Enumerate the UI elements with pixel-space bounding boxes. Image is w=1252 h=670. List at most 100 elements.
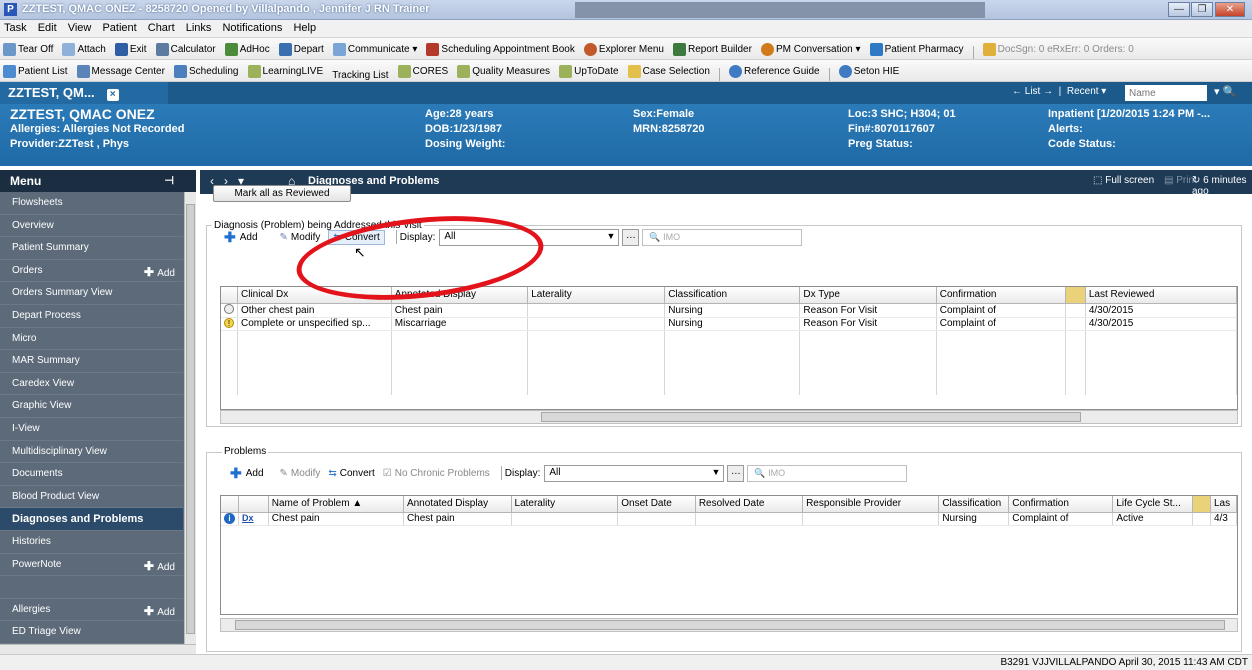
menu-item[interactable]: Overview [0, 215, 183, 238]
menu-add-button[interactable]: ✚ Add [144, 604, 175, 618]
menu-item[interactable]: Patient Summary [0, 237, 183, 260]
menu-item[interactable]: Histories [0, 531, 183, 554]
maximize-button[interactable]: ❐ [1191, 2, 1213, 17]
column-header[interactable]: Classification [938, 496, 1010, 513]
menu-item[interactable]: Multidisciplinary View [0, 441, 183, 464]
close-window-button[interactable]: ✕ [1215, 2, 1245, 17]
menu-patient[interactable]: Patient [98, 20, 140, 36]
menu-item[interactable]: Graphic View [0, 395, 183, 418]
patient-tab[interactable]: ZZTEST, QM... × [0, 82, 168, 104]
column-header[interactable] [238, 496, 269, 513]
exit-button[interactable]: Exit [112, 39, 150, 59]
column-header[interactable]: Laterality [511, 496, 619, 513]
diagnosis-imo-search[interactable]: 🔍 IMO [642, 228, 803, 246]
column-header[interactable]: Name of Problem ▲ [268, 496, 404, 513]
scroll-thumb[interactable] [541, 412, 1081, 422]
menu-item[interactable]: Allergies ✚ Add [0, 599, 183, 622]
menu-item[interactable]: Orders Summary View [0, 282, 183, 305]
column-header[interactable] [221, 496, 239, 513]
problems-display-select[interactable]: All ▼ [544, 464, 725, 482]
quality-measures-button[interactable]: Quality Measures [454, 61, 553, 81]
ellipsis-button[interactable]: … [727, 464, 745, 482]
search-icon[interactable]: ▾ 🔍 [1214, 85, 1236, 98]
problems-horizontal-scrollbar[interactable] [220, 618, 1238, 632]
menu-item[interactable]: Diagnoses and Problems [0, 508, 183, 531]
table-row[interactable]: Other chest pain Chest pain Nursing Reason … [221, 303, 1237, 318]
menu-view[interactable]: View [64, 20, 96, 36]
scheduling-appointment-book-button[interactable]: Scheduling Appointment Book [423, 39, 577, 59]
column-header[interactable]: Annotated Display [403, 496, 512, 513]
uptodate-button[interactable]: UpToDate [556, 61, 621, 81]
cores-button[interactable]: CORES [395, 61, 452, 81]
column-header[interactable]: Resolved Date [695, 496, 804, 513]
message-center-button[interactable]: Message Center [74, 61, 168, 81]
scroll-thumb[interactable] [235, 620, 1225, 630]
recent-dropdown[interactable]: Recent ▾ [1067, 86, 1106, 97]
menu-item[interactable]: Documents [0, 463, 183, 486]
info-icon[interactable]: i [224, 513, 235, 524]
menu-add-button[interactable]: ✚ Add [144, 559, 175, 573]
menu-item[interactable]: Micro [0, 328, 183, 351]
minimize-button[interactable]: — [1168, 2, 1190, 17]
add-problem-button[interactable]: ✚ Add [230, 465, 264, 482]
column-header[interactable]: Life Cycle St... [1112, 496, 1194, 513]
menu-links[interactable]: Links [182, 20, 216, 36]
column-header[interactable]: Onset Date [617, 496, 696, 513]
seton-hie-button[interactable]: Seton HIE [836, 61, 903, 81]
patient-pharmacy-button[interactable]: Patient Pharmacy [867, 39, 967, 59]
menu-edit[interactable]: Edit [34, 20, 61, 36]
no-chronic-problems-button[interactable]: ☑ No Chronic Problems [383, 468, 490, 479]
menu-item[interactable]: I-View [0, 418, 183, 441]
menu-help[interactable]: Help [289, 20, 320, 36]
column-header[interactable]: Confirmation [1008, 496, 1114, 513]
menu-item[interactable]: MAR Summary [0, 350, 183, 373]
case-selection-button[interactable]: Case Selection [625, 61, 713, 81]
column-header[interactable]: Classification [664, 287, 801, 304]
close-tab-icon[interactable]: × [106, 89, 119, 101]
flag-column-icon[interactable] [1192, 496, 1211, 513]
diagnosis-horizontal-scrollbar[interactable] [220, 410, 1238, 424]
reference-guide-button[interactable]: Reference Guide [726, 61, 823, 81]
convert-problem-button[interactable]: ⇆ Convert [328, 468, 374, 479]
modify-diagnosis-button[interactable]: ✎ Modify [280, 232, 321, 243]
depart-button[interactable]: Depart [276, 39, 327, 59]
menu-item[interactable]: Depart Process [0, 305, 183, 328]
full-screen-button[interactable]: ⬚ Full screen [1093, 175, 1154, 186]
column-header[interactable]: Last Reviewed [1085, 287, 1237, 304]
scroll-thumb[interactable] [186, 204, 195, 634]
flag-column-icon[interactable] [1065, 287, 1086, 304]
menu-item[interactable]: Blood Product View [0, 486, 183, 509]
tear-off-button[interactable]: Tear Off [0, 39, 56, 59]
menu-item[interactable]: PowerNote ✚ Add [0, 554, 183, 577]
pin-icon[interactable]: ⊣ [164, 174, 174, 187]
tracking-list-button[interactable]: Tracking List [329, 65, 391, 81]
column-header[interactable]: Dx Type [799, 287, 937, 304]
report-builder-button[interactable]: Report Builder [670, 39, 755, 59]
menu-item[interactable]: Flowsheets [0, 192, 183, 215]
dx-icon[interactable]: Dx [242, 513, 254, 523]
menu-chart[interactable]: Chart [144, 20, 179, 36]
calculator-button[interactable]: Calculator [153, 39, 219, 59]
column-header[interactable]: Responsible Provider [802, 496, 940, 513]
patient-name-search-input[interactable] [1125, 85, 1207, 101]
menu-item[interactable]: Orders ✚ Add [0, 260, 183, 283]
learninglive-button[interactable]: LearningLIVE [245, 61, 327, 81]
mark-all-reviewed-button[interactable]: Mark all as Reviewed [213, 185, 351, 202]
modify-problem-button[interactable]: ✎ Modify [280, 468, 321, 479]
menu-item[interactable]: ED Triage View [0, 621, 183, 644]
column-header[interactable]: Laterality [527, 287, 666, 304]
left-menu-vertical-scrollbar[interactable] [184, 192, 196, 644]
menu-item[interactable]: Caredex View [0, 373, 183, 396]
menu-notifications[interactable]: Notifications [218, 20, 286, 36]
column-header[interactable] [221, 287, 238, 304]
column-header[interactable]: Las [1210, 496, 1237, 513]
patient-list-button[interactable]: Patient List [0, 61, 70, 81]
add-diagnosis-button[interactable]: ✚ Add [224, 229, 258, 246]
table-row[interactable]: ! Complete or unspecified sp... Miscarriag… [221, 317, 1237, 331]
problems-imo-search[interactable]: 🔍 IMO [747, 464, 908, 482]
table-row[interactable]: i Dx Chest pain Chest pain Nursing Complaint … [221, 512, 1237, 526]
scheduling-button[interactable]: Scheduling [171, 61, 241, 81]
explorer-menu-button[interactable]: Explorer Menu [581, 39, 667, 59]
list-navigation[interactable]: ← List → | Recent ▾ [1012, 86, 1106, 97]
adhoc-button[interactable]: AdHoc [222, 39, 273, 59]
